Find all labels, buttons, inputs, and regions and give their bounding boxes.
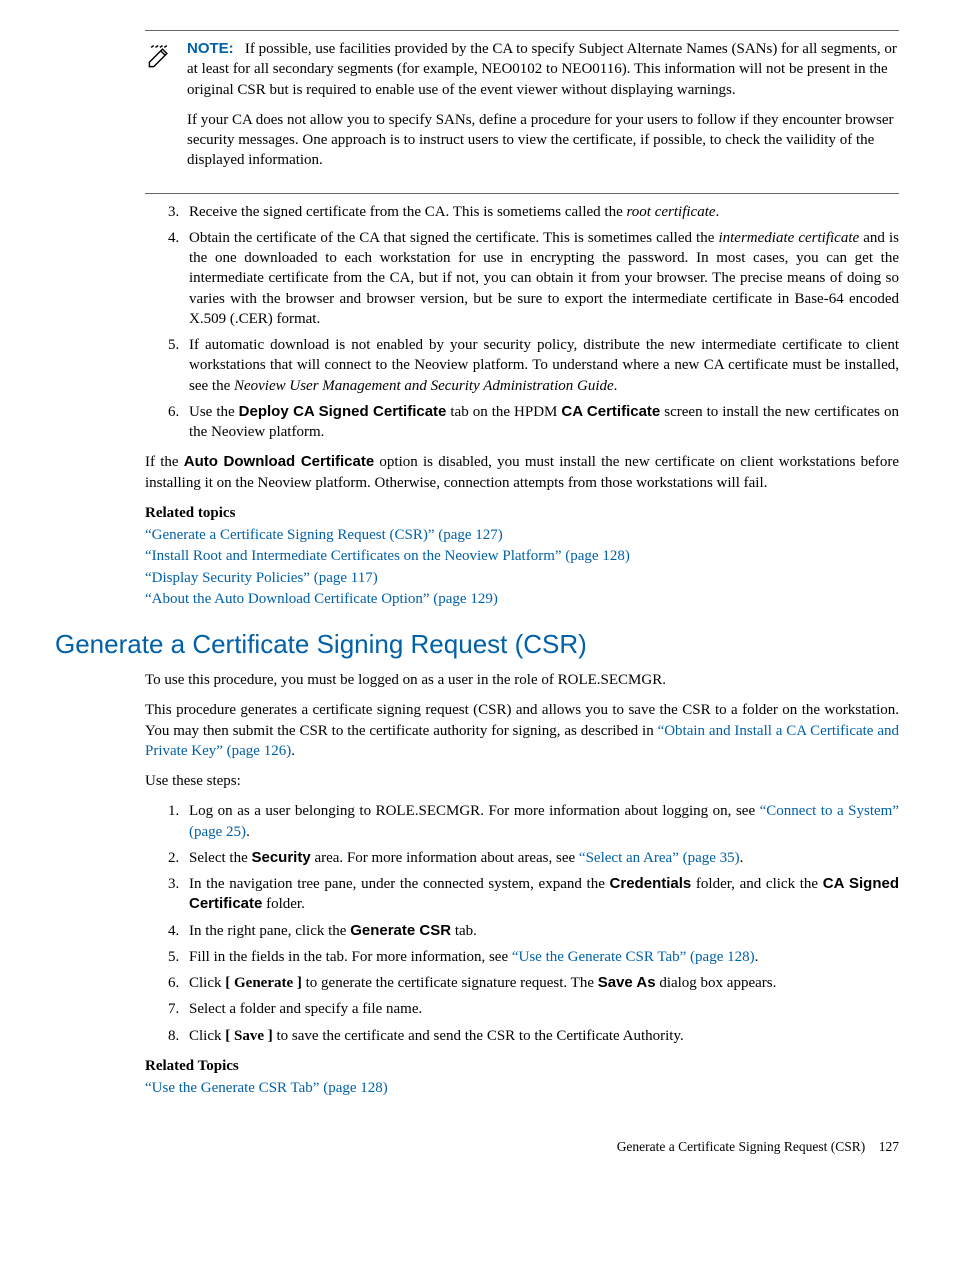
list-item: Obtain the certificate of the CA that si…	[183, 228, 899, 329]
list-item: Use the Deploy CA Signed Certificate tab…	[183, 402, 899, 443]
link-display-security-policies[interactable]: “Display Security Policies” (page 117)	[145, 570, 378, 586]
note-icon-column	[145, 39, 187, 181]
paragraph-auto-download: If the Auto Download Certificate option …	[145, 452, 899, 493]
link-generate-csr[interactable]: “Generate a Certificate Signing Request …	[145, 527, 503, 543]
section-intro-1: To use this procedure, you must be logge…	[145, 670, 899, 690]
related-topics-heading: Related topics	[145, 503, 899, 523]
list-item: If automatic download is not enabled by …	[183, 335, 899, 396]
note-box: NOTE: If possible, use facilities provid…	[145, 30, 899, 194]
upper-content: NOTE: If possible, use facilities provid…	[145, 30, 899, 1098]
note-body: NOTE: If possible, use facilities provid…	[187, 39, 899, 181]
list-item: Click [ Save ] to save the certificate a…	[183, 1026, 899, 1046]
note-paragraph-2: If your CA does not allow you to specify…	[187, 110, 899, 171]
page-footer: Generate a Certificate Signing Request (…	[55, 1138, 899, 1156]
section-heading-generate-csr: Generate a Certificate Signing Request (…	[55, 627, 899, 662]
procedure-list-continued: Receive the signed certificate from the …	[145, 202, 899, 443]
link-use-generate-csr-tab-2[interactable]: “Use the Generate CSR Tab” (page 128)	[145, 1080, 388, 1096]
list-item: Receive the signed certificate from the …	[183, 202, 899, 222]
note-text-1: If possible, use facilities provided by …	[187, 41, 897, 98]
list-item: Select a folder and specify a file name.	[183, 999, 899, 1019]
list-item: Fill in the fields in the tab. For more …	[183, 947, 899, 967]
link-install-root-intermediate[interactable]: “Install Root and Intermediate Certifica…	[145, 548, 630, 564]
related-topics-heading-2: Related Topics	[145, 1056, 899, 1076]
steps-list: Log on as a user belonging to ROLE.SECMG…	[145, 801, 899, 1046]
list-item: In the right pane, click the Generate CS…	[183, 921, 899, 941]
note-label: NOTE:	[187, 40, 234, 57]
note-pencil-icon	[145, 59, 173, 75]
link-select-area[interactable]: “Select an Area” (page 35)	[579, 850, 740, 866]
note-paragraph-1: NOTE: If possible, use facilities provid…	[187, 39, 899, 100]
link-use-generate-csr-tab[interactable]: “Use the Generate CSR Tab” (page 128)	[512, 949, 755, 965]
list-item: Select the Security area. For more infor…	[183, 848, 899, 868]
link-auto-download-option[interactable]: “About the Auto Download Certificate Opt…	[145, 591, 498, 607]
list-item: Click [ Generate ] to generate the certi…	[183, 973, 899, 993]
section-intro-2: This procedure generates a certificate s…	[145, 700, 899, 761]
list-item: In the navigation tree pane, under the c…	[183, 874, 899, 915]
list-item: Log on as a user belonging to ROLE.SECMG…	[183, 801, 899, 842]
section-use-steps: Use these steps:	[145, 771, 899, 791]
